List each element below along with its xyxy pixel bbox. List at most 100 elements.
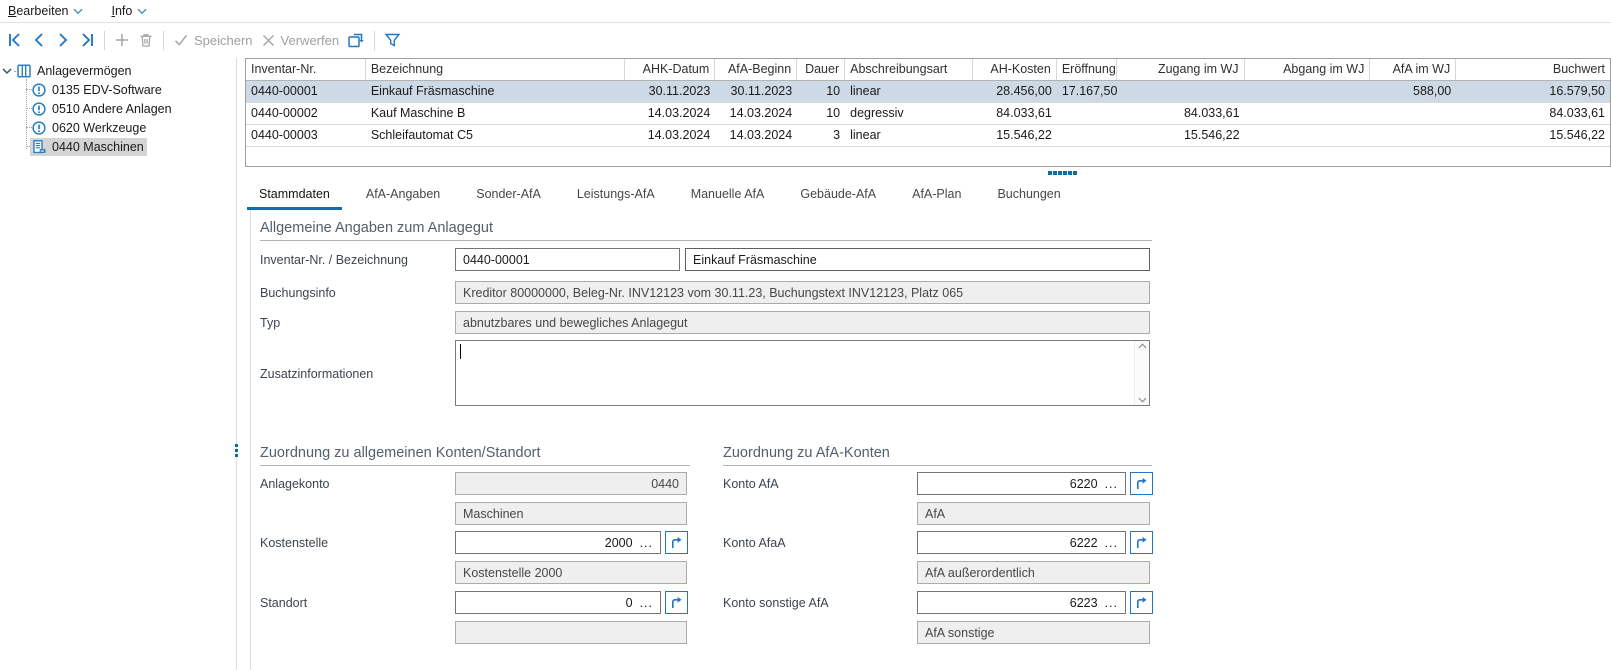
tree-root-row[interactable]: Anlagevermögen xyxy=(2,61,132,80)
asset-root-icon xyxy=(16,63,32,79)
buchungsinfo-field: Kreditor 80000000, Beleg-Nr. INV12123 vo… xyxy=(455,281,1150,304)
column-header-afa-beginn[interactable]: AfA-Beginn xyxy=(715,59,797,80)
table-cell: 0440-00003 xyxy=(246,125,366,146)
kostenstelle-jump-button[interactable] xyxy=(665,531,688,554)
column-header-abgang-im-wj[interactable]: Abgang im WJ xyxy=(1245,59,1371,80)
last-record-icon xyxy=(79,32,95,48)
table-cell: 16.579,50 xyxy=(1456,81,1610,102)
section-title-general: Allgemeine Angaben zum Anlagegut xyxy=(260,220,493,236)
standort-jump-button[interactable] xyxy=(665,591,688,614)
next-record-icon xyxy=(55,32,71,48)
table-row[interactable]: 0440-00002Kauf Maschine B14.03.202414.03… xyxy=(246,103,1610,125)
tab-stammdaten[interactable]: Stammdaten xyxy=(247,185,342,207)
standort-input[interactable]: 0... xyxy=(455,591,661,614)
konto-afaa-jump-button[interactable] xyxy=(1130,531,1153,554)
lookup-ellipsis[interactable]: ... xyxy=(1105,477,1118,491)
column-header-inventar-nr[interactable]: Inventar-Nr. xyxy=(246,59,366,80)
konto-afa-jump-button[interactable] xyxy=(1130,472,1153,495)
table-header-row: Inventar-Nr.BezeichnungAHK-DatumAfA-Begi… xyxy=(246,59,1610,81)
check-icon xyxy=(173,32,189,48)
save-button-label: Speichern xyxy=(194,33,253,48)
tab-sonder-afa[interactable]: Sonder-AfA xyxy=(464,185,553,207)
sidebar-item-0620-werkzeuge[interactable]: 0620 Werkzeuge xyxy=(30,118,149,137)
tab-afa-plan[interactable]: AfA-Plan xyxy=(900,185,973,207)
tree-root-label: Anlagevermögen xyxy=(37,64,132,78)
filter-button[interactable] xyxy=(380,29,405,51)
table-cell xyxy=(1057,125,1117,146)
menu-item-info[interactable]: Info xyxy=(111,4,147,18)
tab-gebäude-afa[interactable]: Gebäude-AfA xyxy=(788,185,888,207)
textarea-scrollbar[interactable] xyxy=(1134,341,1149,405)
konto-afaa-input[interactable]: 6222... xyxy=(917,531,1126,554)
menu-item-bearbeiten[interactable]: Bearbeiten xyxy=(8,4,83,18)
tab-buchungen[interactable]: Buchungen xyxy=(985,185,1072,207)
tree-expand-icon[interactable] xyxy=(2,67,12,75)
column-header-buchwert[interactable]: Buchwert xyxy=(1456,59,1610,80)
panel-splitter-handle[interactable] xyxy=(234,444,239,457)
column-header-ahk-datum[interactable]: AHK-Datum xyxy=(625,59,715,80)
delete-button[interactable] xyxy=(134,29,158,51)
inventar-label: Inventar-Nr. / Bezeichnung xyxy=(260,253,408,267)
panel-splitter[interactable] xyxy=(236,58,237,670)
form-panel-border xyxy=(250,210,251,670)
previous-record-button[interactable] xyxy=(27,29,51,51)
table-cell: Einkauf Fräsmaschine xyxy=(366,81,626,102)
sidebar-item-0510-andere-anlagen[interactable]: 0510 Andere Anlagen xyxy=(30,99,175,118)
column-header-afa-im-wj[interactable]: AfA im WJ xyxy=(1370,59,1456,80)
konto-afaa-label: Konto AfaA xyxy=(723,536,786,550)
lookup-ellipsis[interactable]: ... xyxy=(640,596,653,610)
switch-view-button[interactable] xyxy=(343,29,369,52)
next-record-button[interactable] xyxy=(51,29,75,51)
kostenstelle-input[interactable]: 2000... xyxy=(455,531,661,554)
lookup-ellipsis[interactable]: ... xyxy=(1105,596,1118,610)
table-cell xyxy=(1057,103,1117,124)
menu-bar: Bearbeiten Info xyxy=(0,0,1611,23)
inventar-nr-input[interactable]: 0440-00001 xyxy=(455,248,680,271)
discard-button[interactable]: Verwerfen xyxy=(257,30,344,51)
section-rule xyxy=(260,465,690,466)
table-cell: 84.033,61 xyxy=(973,103,1057,124)
kostenstelle-label: Kostenstelle xyxy=(260,536,328,550)
anlagekonto-name-field: Maschinen xyxy=(455,502,687,525)
scroll-up-icon[interactable] xyxy=(1138,343,1147,349)
save-button[interactable]: Speichern xyxy=(169,29,257,51)
menu-label: Info xyxy=(111,4,132,18)
add-button[interactable] xyxy=(110,29,134,51)
table-cell: 17.167,50 xyxy=(1057,81,1117,102)
konto-sonstige-afa-jump-button[interactable] xyxy=(1130,591,1153,614)
konto-afa-input[interactable]: 6220... xyxy=(917,472,1126,495)
tab-manuelle-afa[interactable]: Manuelle AfA xyxy=(679,185,777,207)
column-header-bezeichnung[interactable]: Bezeichnung xyxy=(366,59,626,80)
konto-sonstige-afa-input[interactable]: 6223... xyxy=(917,591,1126,614)
typ-field: abnutzbares und bewegliches Anlagegut xyxy=(455,311,1150,334)
scroll-down-icon[interactable] xyxy=(1138,397,1147,403)
bezeichnung-input[interactable]: Einkauf Fräsmaschine xyxy=(685,248,1150,271)
table-row[interactable]: 0440-00001Einkauf Fräsmaschine30.11.2023… xyxy=(246,81,1610,103)
tab-leistungs-afa[interactable]: Leistungs-AfA xyxy=(565,185,667,207)
table-row[interactable]: 0440-00003Schleifautomat C514.03.202414.… xyxy=(246,125,1610,147)
sidebar-item-0440-maschinen[interactable]: 0440 Maschinen xyxy=(30,137,147,156)
column-header-eröffnung[interactable]: Eröffnung xyxy=(1057,59,1117,80)
toolbar-separator xyxy=(163,31,164,50)
warning-circle-icon xyxy=(31,101,47,117)
zusatzinformationen-textarea[interactable] xyxy=(455,340,1150,406)
last-record-button[interactable] xyxy=(75,29,99,51)
anlagekonto-field: 0440 xyxy=(455,472,687,495)
lookup-ellipsis[interactable]: ... xyxy=(640,536,653,550)
lookup-ellipsis[interactable]: ... xyxy=(1105,536,1118,550)
column-header-ah-kosten[interactable]: AH-Kosten xyxy=(973,59,1057,80)
jump-arrow-icon xyxy=(669,535,684,550)
chevron-down-icon xyxy=(73,8,83,15)
anlagekonto-label: Anlagekonto xyxy=(260,477,330,491)
column-header-abschreibungsart[interactable]: Abschreibungsart xyxy=(845,59,973,80)
typ-label: Typ xyxy=(260,316,280,330)
table-cell xyxy=(1245,125,1371,146)
column-header-dauer[interactable]: Dauer xyxy=(797,59,845,80)
column-header-zugang-im-wj[interactable]: Zugang im WJ xyxy=(1117,59,1245,80)
table-splitter-handle[interactable] xyxy=(1048,171,1077,175)
first-record-button[interactable] xyxy=(3,29,27,51)
tab-afa-angaben[interactable]: AfA-Angaben xyxy=(354,185,452,207)
sidebar-item-0135-edv-software[interactable]: 0135 EDV-Software xyxy=(30,80,165,99)
discard-button-label: Verwerfen xyxy=(281,33,340,48)
table-cell: 10 xyxy=(797,81,845,102)
